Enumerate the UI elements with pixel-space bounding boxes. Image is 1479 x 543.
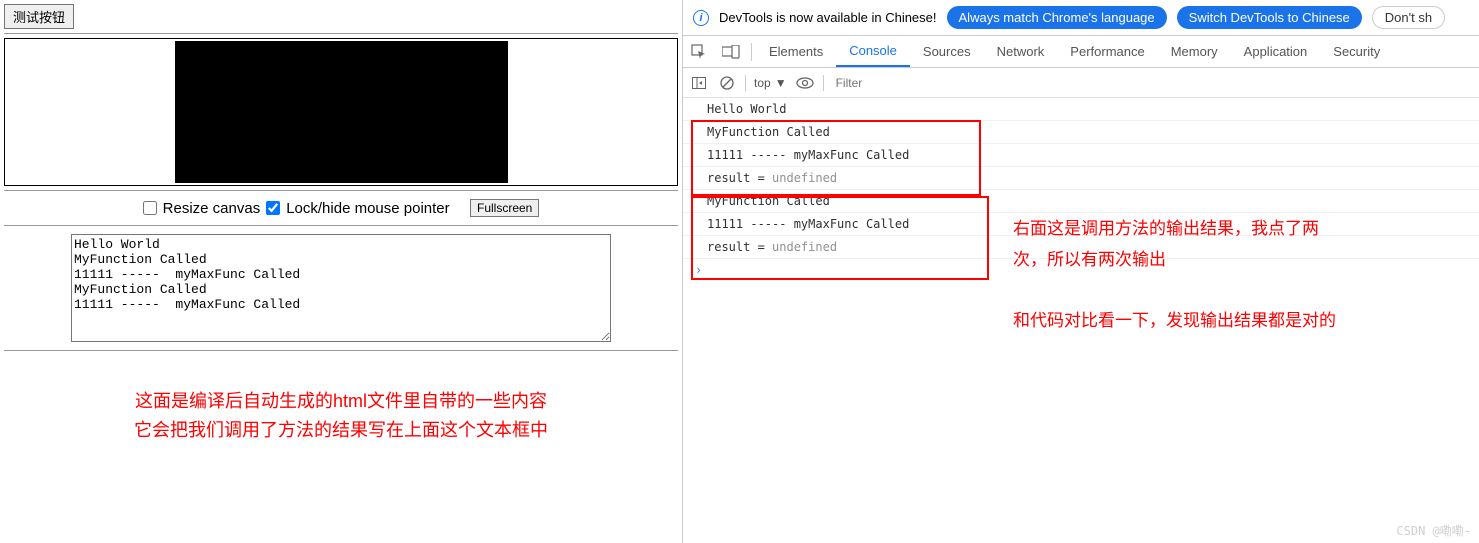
canvas-element[interactable] bbox=[175, 41, 508, 183]
right-annotation-1: 右面这是调用方法的输出结果，我点了两 次，所以有两次输出 bbox=[1013, 214, 1319, 275]
canvas-container bbox=[4, 38, 678, 186]
info-icon: i bbox=[693, 10, 709, 26]
controls-row: Resize canvas Lock/hide mouse pointer Fu… bbox=[4, 193, 678, 223]
context-selector[interactable]: top ▼ bbox=[754, 76, 787, 90]
lock-pointer-checkbox[interactable] bbox=[266, 201, 280, 215]
console-log-line: MyFunction Called bbox=[683, 121, 1479, 144]
clear-console-icon[interactable] bbox=[717, 76, 737, 90]
live-expression-icon[interactable] bbox=[795, 77, 815, 89]
dont-show-button[interactable]: Don't sh bbox=[1372, 6, 1445, 29]
switch-devtools-button[interactable]: Switch DevTools to Chinese bbox=[1177, 6, 1362, 29]
annotation-line: 右面这是调用方法的输出结果，我点了两 bbox=[1013, 214, 1319, 245]
always-match-button[interactable]: Always match Chrome's language bbox=[947, 6, 1167, 29]
sidebar-toggle-icon[interactable] bbox=[689, 77, 709, 89]
console-log-line: MyFunction Called bbox=[683, 190, 1479, 213]
tab-application[interactable]: Application bbox=[1231, 36, 1321, 67]
tab-network[interactable]: Network bbox=[984, 36, 1058, 67]
divider bbox=[823, 75, 824, 91]
context-label: top bbox=[754, 76, 771, 90]
lock-pointer-label: Lock/hide mouse pointer bbox=[286, 200, 449, 217]
tab-console[interactable]: Console bbox=[836, 36, 910, 67]
inspect-icon[interactable] bbox=[683, 44, 715, 60]
output-container bbox=[4, 228, 678, 348]
info-bar: i DevTools is now available in Chinese! … bbox=[683, 0, 1479, 36]
output-textarea[interactable] bbox=[71, 234, 611, 342]
left-annotation: 这面是编译后自动生成的html文件里自带的一些内容 它会把我们调用了方法的结果写… bbox=[4, 387, 678, 445]
tab-memory[interactable]: Memory bbox=[1158, 36, 1231, 67]
divider bbox=[4, 33, 678, 34]
fullscreen-button[interactable]: Fullscreen bbox=[470, 199, 539, 217]
divider bbox=[4, 225, 678, 226]
console-log-line: result = undefined bbox=[683, 167, 1479, 190]
resize-canvas-label: Resize canvas bbox=[163, 200, 261, 217]
divider bbox=[751, 43, 752, 61]
device-toolbar-icon[interactable] bbox=[715, 45, 747, 59]
tab-elements[interactable]: Elements bbox=[756, 36, 836, 67]
tab-sources[interactable]: Sources bbox=[910, 36, 984, 67]
resize-canvas-checkbox[interactable] bbox=[143, 201, 157, 215]
devtools-tabs: Elements Console Sources Network Perform… bbox=[683, 36, 1479, 68]
console-log-line: 11111 ----- myMaxFunc Called bbox=[683, 144, 1479, 167]
console-log-line: Hello World bbox=[683, 98, 1479, 121]
annotation-line: 和代码对比看一下，发现输出结果都是对的 bbox=[1013, 306, 1336, 337]
watermark: CSDN @嘞嘞- bbox=[1396, 522, 1471, 539]
page-left-panel: 测试按钮 Resize canvas Lock/hide mouse point… bbox=[0, 0, 683, 543]
annotation-line: 次，所以有两次输出 bbox=[1013, 245, 1319, 276]
divider bbox=[4, 350, 678, 351]
result-prefix: result = bbox=[707, 240, 772, 254]
undefined-value: undefined bbox=[772, 171, 837, 185]
result-prefix: result = bbox=[707, 171, 772, 185]
info-message: DevTools is now available in Chinese! bbox=[719, 10, 937, 25]
console-body: Hello World MyFunction Called 11111 ----… bbox=[683, 98, 1479, 543]
annotation-line: 它会把我们调用了方法的结果写在上面这个文本框中 bbox=[4, 416, 678, 445]
test-button[interactable]: 测试按钮 bbox=[4, 4, 74, 29]
devtools-panel: i DevTools is now available in Chinese! … bbox=[683, 0, 1479, 543]
divider bbox=[4, 190, 678, 191]
chevron-down-icon: ▼ bbox=[775, 76, 787, 90]
right-annotation-2: 和代码对比看一下，发现输出结果都是对的 bbox=[1013, 306, 1336, 337]
filter-input[interactable] bbox=[832, 74, 1473, 92]
divider bbox=[745, 75, 746, 91]
annotation-line: 这面是编译后自动生成的html文件里自带的一些内容 bbox=[4, 387, 678, 416]
console-toolbar: top ▼ bbox=[683, 68, 1479, 98]
tab-performance[interactable]: Performance bbox=[1057, 36, 1157, 67]
undefined-value: undefined bbox=[772, 240, 837, 254]
tab-security[interactable]: Security bbox=[1320, 36, 1393, 67]
